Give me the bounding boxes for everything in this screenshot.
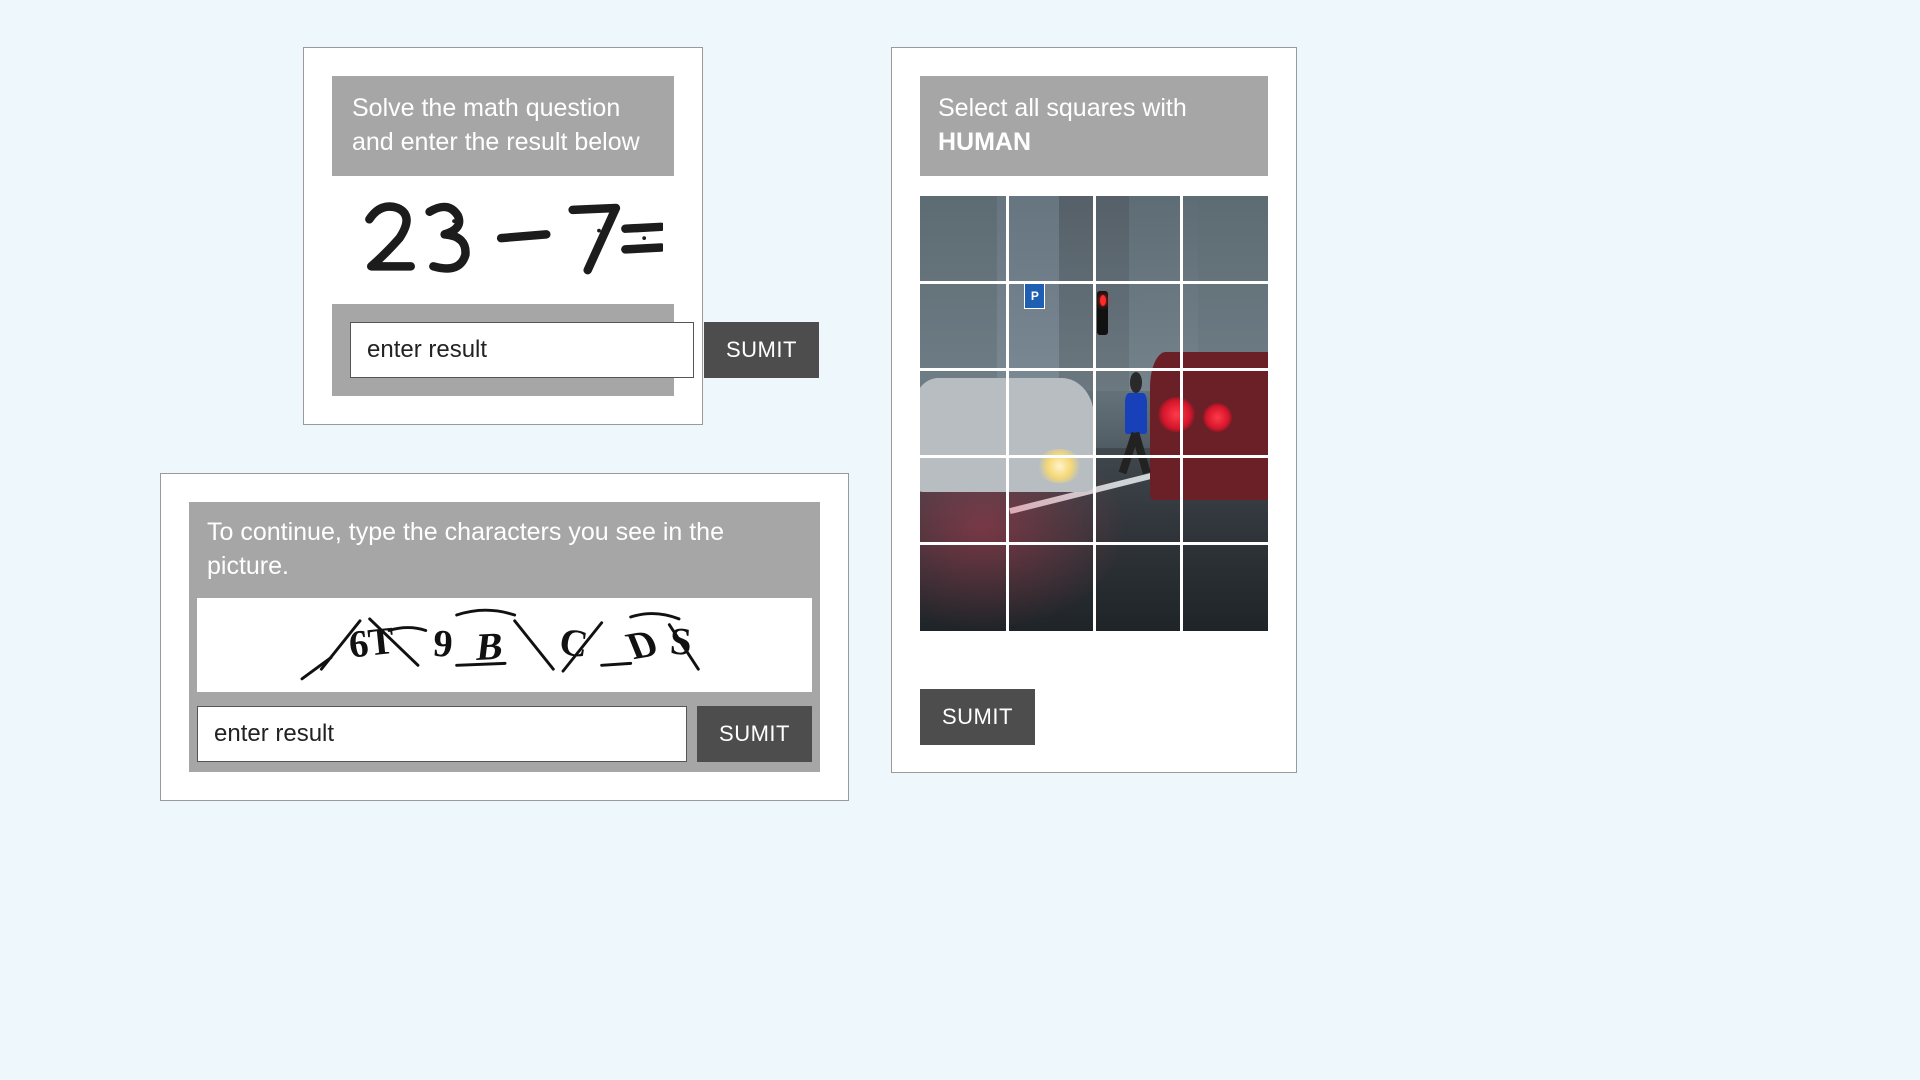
- grid-tile[interactable]: [1096, 283, 1181, 368]
- text-captcha-instruction: To continue, type the characters you see…: [189, 502, 820, 598]
- grid-tile[interactable]: [920, 459, 1005, 544]
- math-captcha-panel: Solve the math question and enter the re…: [332, 76, 674, 396]
- tile-grid: [920, 196, 1268, 632]
- grid-tile[interactable]: [1183, 546, 1268, 631]
- image-captcha-instruction: Select all squares with HUMAN: [920, 76, 1268, 176]
- math-submit-button[interactable]: SUMIT: [704, 322, 819, 378]
- distorted-text-icon: 6T 9 B C D S: [215, 601, 795, 689]
- grid-tile[interactable]: [1008, 196, 1093, 281]
- text-captcha-card: To continue, type the characters you see…: [160, 473, 849, 801]
- text-captcha-input-row: SUMIT: [189, 692, 820, 772]
- grid-tile[interactable]: [1096, 371, 1181, 456]
- grid-tile[interactable]: [1008, 459, 1093, 544]
- grid-tile[interactable]: [920, 283, 1005, 368]
- svg-text:D: D: [620, 622, 664, 667]
- math-captcha-input-row: SUMIT: [332, 304, 674, 396]
- grid-tile[interactable]: [920, 546, 1005, 631]
- svg-text:C: C: [556, 621, 589, 666]
- grid-tile[interactable]: [1008, 283, 1093, 368]
- image-captcha-grid: [920, 196, 1268, 632]
- grid-tile[interactable]: [1008, 546, 1093, 631]
- svg-text:9: 9: [431, 622, 453, 665]
- text-result-input[interactable]: [197, 706, 687, 762]
- grid-tile[interactable]: [1008, 371, 1093, 456]
- math-expression-icon: [343, 180, 663, 300]
- image-captcha-card: Select all squares with HUMAN: [891, 47, 1297, 773]
- grid-tile[interactable]: [1183, 283, 1268, 368]
- image-captcha-header-panel: Select all squares with HUMAN: [920, 76, 1268, 176]
- grid-tile[interactable]: [1183, 371, 1268, 456]
- math-result-input[interactable]: [350, 322, 694, 378]
- svg-text:6T: 6T: [346, 620, 395, 667]
- svg-text:S: S: [668, 620, 692, 663]
- image-submit-button[interactable]: SUMIT: [920, 689, 1035, 745]
- math-captcha-instruction: Solve the math question and enter the re…: [332, 76, 674, 176]
- grid-tile[interactable]: [1096, 546, 1181, 631]
- grid-tile[interactable]: [1096, 459, 1181, 544]
- grid-tile[interactable]: [920, 371, 1005, 456]
- text-submit-button[interactable]: SUMIT: [697, 706, 812, 762]
- grid-tile[interactable]: [920, 196, 1005, 281]
- grid-tile[interactable]: [1183, 196, 1268, 281]
- image-captcha-instruction-prefix: Select all squares with: [938, 94, 1187, 122]
- image-captcha-target-word: HUMAN: [938, 128, 1031, 156]
- text-captcha-challenge: 6T 9 B C D S: [197, 598, 812, 692]
- grid-tile[interactable]: [1183, 459, 1268, 544]
- math-captcha-challenge: [332, 176, 674, 304]
- math-captcha-card: Solve the math question and enter the re…: [303, 47, 703, 425]
- text-captcha-panel: To continue, type the characters you see…: [189, 502, 820, 772]
- grid-tile[interactable]: [1096, 196, 1181, 281]
